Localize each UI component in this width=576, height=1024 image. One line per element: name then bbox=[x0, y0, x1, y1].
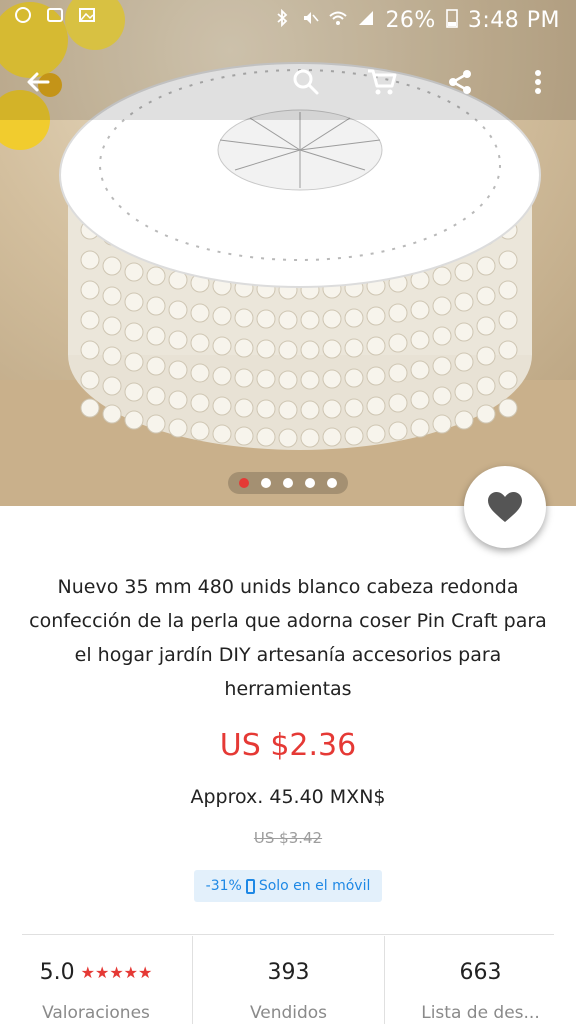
gallery-icon bbox=[78, 6, 96, 28]
heart-icon bbox=[488, 492, 522, 522]
notification-icon bbox=[46, 6, 64, 28]
star-rating-icon: ★★★★★ bbox=[80, 963, 153, 982]
clock: 3:48 PM bbox=[467, 7, 560, 33]
rating-label: Valoraciones bbox=[42, 1003, 150, 1023]
wifi-icon bbox=[329, 9, 348, 31]
original-price: US $3.42 bbox=[253, 829, 323, 847]
product-stats: 5.0 ★★★★★ Valoraciones 393 Vendidos 663 … bbox=[0, 936, 576, 1024]
phone-icon bbox=[245, 878, 255, 894]
wishlist-value: 663 bbox=[459, 960, 502, 985]
share-icon bbox=[449, 70, 471, 94]
cart-button[interactable] bbox=[360, 60, 404, 104]
cart-icon bbox=[368, 69, 397, 95]
gallery-pagination bbox=[228, 472, 348, 494]
sold-label: Vendidos bbox=[249, 1003, 328, 1023]
status-bar: 26% 3:48 PM bbox=[0, 0, 576, 40]
search-button[interactable] bbox=[284, 60, 328, 104]
back-arrow-icon bbox=[27, 72, 50, 92]
pagination-dot[interactable] bbox=[239, 478, 249, 488]
mobile-only-label: Solo en el móvil bbox=[258, 878, 371, 894]
battery-percentage: 26% bbox=[385, 7, 436, 33]
battery-icon bbox=[446, 8, 458, 32]
product-price: US $2.36 bbox=[219, 728, 357, 763]
pagination-dot[interactable] bbox=[261, 478, 271, 488]
pagination-dot[interactable] bbox=[327, 478, 337, 488]
pagination-dot[interactable] bbox=[305, 478, 315, 488]
mute-icon bbox=[301, 9, 320, 31]
product-title: Nuevo 35 mm 480 unids blanco cabeza redo… bbox=[29, 576, 547, 700]
search-icon bbox=[293, 69, 319, 95]
app-toolbar bbox=[0, 52, 576, 112]
wishlist-stat[interactable]: 663 Lista de des... bbox=[384, 936, 576, 1024]
sold-value: 393 bbox=[267, 960, 310, 985]
discount-percent: -31% bbox=[205, 878, 242, 894]
whatsapp-icon bbox=[14, 6, 32, 28]
bluetooth-icon bbox=[273, 9, 291, 31]
sold-stat[interactable]: 393 Vendidos bbox=[192, 936, 384, 1024]
rating-stat[interactable]: 5.0 ★★★★★ Valoraciones bbox=[0, 936, 192, 1024]
more-vert-icon bbox=[535, 70, 541, 94]
back-button[interactable] bbox=[16, 60, 60, 104]
divider bbox=[22, 934, 554, 935]
more-options-button[interactable] bbox=[516, 60, 560, 104]
wishlist-button[interactable] bbox=[464, 466, 546, 548]
pagination-dot[interactable] bbox=[283, 478, 293, 488]
wishlist-label: Lista de des... bbox=[421, 1003, 540, 1023]
mobile-discount-badge: -31% Solo en el móvil bbox=[194, 870, 382, 902]
signal-icon bbox=[357, 9, 375, 31]
rating-value: 5.0 bbox=[39, 960, 75, 985]
share-button[interactable] bbox=[438, 60, 482, 104]
approx-price: Approx. 45.40 MXN$ bbox=[190, 786, 386, 808]
